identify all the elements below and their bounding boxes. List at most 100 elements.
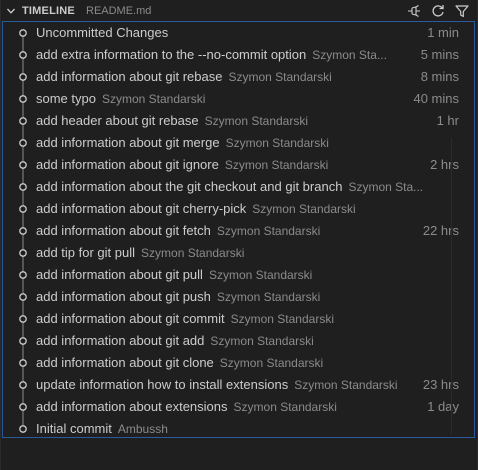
commit-message: add information about git cherry-pick Szy… [36,201,356,217]
commit-message-text: add information about git cherry-pick [36,201,247,216]
commit-node-icon [17,132,29,154]
commit-node-icon [17,352,29,374]
commit-node-icon [17,22,29,44]
commit-message: add information about git ignore Szymon S… [36,157,328,173]
refresh-icon[interactable] [429,2,447,20]
commit-message: Uncommitted Changes [36,25,168,41]
commit-node-icon [17,396,29,418]
commit-message-text: add information about git merge [36,135,220,150]
timeline-item[interactable]: add information about the git checkout a… [3,176,474,198]
commit-node-icon [17,110,29,132]
commit-message: add information about git commit Szymon S… [36,311,334,327]
timeline-item[interactable]: add information about git pull Szymon Sta… [3,264,474,286]
timeline-item-text: add information about git clone Szymon St… [36,352,459,374]
commit-message-text: add information about git pull [36,267,203,282]
commit-author: Szymon Standarski [224,158,329,172]
commit-message: add information about extensions Szymon S… [36,399,337,415]
commit-author: Szymon Standarski [252,202,356,216]
timeline-item-text: add information about git rebase Szymon S… [36,66,459,88]
timeline-item[interactable]: add header about git rebase Szymon Standa… [3,110,474,132]
commit-relative-time: 1 day [423,399,459,415]
commit-node-icon [17,220,29,242]
commit-message: add information about git clone Szymon St… [36,355,323,371]
timeline-panel: TIMELINE README.md Uncommitted Changes1 [0,0,478,470]
commit-node-icon [17,44,29,66]
commit-message: add information about git rebase Szymon S… [36,69,332,85]
commit-node-icon [17,330,29,352]
timeline-item-text: some typo Szymon Standarski [36,88,459,110]
commit-relative-time: 40 mins [409,91,459,107]
commit-message-text: Uncommitted Changes [36,25,169,40]
commit-node-icon [17,154,29,176]
commit-author: Szymon Standarski [219,356,324,370]
timeline-item[interactable]: add information about git rebase Szymon S… [3,66,474,88]
commit-message-text: add information about git ignore [36,157,219,172]
commit-author: Szymon Standarski [216,224,321,238]
timeline-item[interactable]: add tip for git pull Szymon Standarski [3,242,474,264]
commit-message-text: Initial commit [36,421,112,436]
timeline-item-text: add information about the git checkout a… [36,176,459,198]
commit-node-icon [17,418,29,440]
commit-author: Szymon Standarski [294,378,398,392]
pin-icon[interactable] [405,2,423,20]
timeline-item-text: add information about git add Szymon Stan… [36,330,459,352]
commit-node-icon [17,374,29,396]
timeline-item-text: Initial commit Ambussh [36,418,459,440]
timeline-item[interactable]: update information how to install extens… [3,374,474,396]
timeline-item[interactable]: add information about git add Szymon Stan… [3,330,474,352]
scroll-guide-line [451,138,452,435]
commit-message: add tip for git pull Szymon Standarski [36,245,244,261]
commit-relative-time: 22 hrs [418,223,459,239]
commit-node-icon [17,308,29,330]
commit-relative-time: 1 min [423,25,459,41]
timeline-item[interactable]: Uncommitted Changes 1 min [3,22,474,44]
timeline-item[interactable]: add information about git merge Szymon St… [3,132,474,154]
commit-message: add information about the git checkout a… [36,179,423,195]
commit-message-text: add information about git push [36,289,211,304]
commit-relative-time: 1 hr [432,113,459,129]
commit-node-icon [17,286,29,308]
commit-message-text: add information about extensions [36,399,228,414]
timeline-item[interactable]: add information about git fetch Szymon St… [3,220,474,242]
commit-author: Szymon Standarski [233,400,337,414]
commit-message: update information how to install extens… [36,377,398,393]
timeline-item[interactable]: add information about git push Szymon Sta… [3,286,474,308]
commit-node-icon [17,242,29,264]
commit-author: Szymon Standarski [210,334,314,348]
timeline-item[interactable]: add information about git commit Szymon S… [3,308,474,330]
commit-message: some typo Szymon Standarski [36,91,205,107]
commit-message: add information about git push Szymon Sta… [36,289,320,305]
commit-message: add information about git fetch Szymon St… [36,223,320,239]
timeline-item-text: add information about git merge Szymon St… [36,132,459,154]
commit-author: Szymon Sta... [348,180,424,194]
timeline-item[interactable]: add information about git clone Szymon St… [3,352,474,374]
timeline-list[interactable]: Uncommitted Changes 1 min add extra inform… [2,21,475,438]
timeline-item[interactable]: add information about git cherry-pick Szy… [3,198,474,220]
commit-node-icon [17,198,29,220]
chevron-down-icon[interactable] [4,4,18,18]
commit-message: add information about git add Szymon Stan… [36,333,314,349]
timeline-item[interactable]: Initial commit Ambussh [3,418,474,440]
timeline-item-text: Uncommitted Changes [36,22,459,44]
commit-author: Szymon Standarski [230,312,334,326]
commit-node-icon [17,176,29,198]
timeline-item[interactable]: add information about extensions Szymon S… [3,396,474,418]
timeline-item[interactable]: some typo Szymon Standarski 40 mins [3,88,474,110]
panel-title: TIMELINE [22,5,75,17]
timeline-item-text: add information about git cherry-pick Szy… [36,198,459,220]
commit-message-text: add information about git clone [36,355,214,370]
timeline-item-text: add information about git push Szymon Sta… [36,286,459,308]
commit-message-text: add tip for git pull [36,245,136,260]
timeline-item[interactable]: add information about git ignore Szymon S… [3,154,474,176]
filter-icon[interactable] [453,2,471,20]
timeline-item-text: add information about git fetch Szymon St… [36,220,459,242]
commit-node-icon [17,66,29,88]
timeline-item-text: add information about extensions Szymon S… [36,396,459,418]
timeline-item-text: add information about git commit Szymon S… [36,308,459,330]
timeline-header[interactable]: TIMELINE README.md [1,0,477,22]
timeline-item-text: add information about git pull Szymon Sta… [36,264,459,286]
commit-author: Szymon Standarski [208,268,313,282]
commit-relative-time: 2 hrs [426,157,459,173]
timeline-item[interactable]: add extra information to the --no-commit… [3,44,474,66]
commit-message: add extra information to the --no-commit… [36,47,387,63]
